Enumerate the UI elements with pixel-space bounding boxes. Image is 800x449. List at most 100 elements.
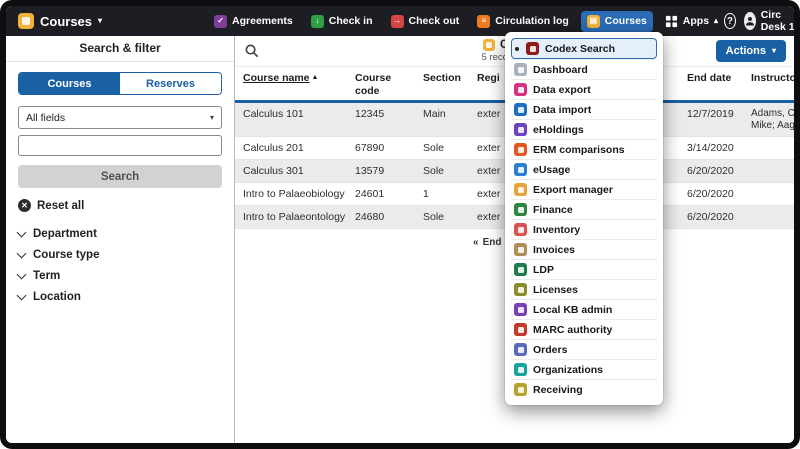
column-header-section[interactable]: Section [423, 72, 473, 85]
finance-icon [514, 203, 527, 216]
app-menu-item-receiving[interactable]: Receiving [511, 379, 657, 399]
content-area: Search & filter Courses Reserves All fie… [6, 36, 794, 443]
column-header-course-name[interactable]: Course name▲ [243, 72, 349, 85]
cell-course-code: 24680 [355, 211, 401, 224]
app-menu-label: eUsage [533, 164, 570, 176]
app-menu-item-local-kb-admin[interactable]: Local KB admin [511, 299, 657, 319]
selected-dot-icon [515, 47, 519, 51]
app-menu-item-inventory[interactable]: Inventory [511, 219, 657, 239]
cell-course-code: 24601 [355, 188, 401, 201]
nav-item-circulation-log[interactable]: ≡ Circulation log [471, 11, 575, 32]
app-menu-item-ldp[interactable]: LDP [511, 259, 657, 279]
sidebar-body: Courses Reserves All fields ▾ Search ✕ R… [6, 62, 234, 316]
cell-end-date: 6/20/2020 [687, 165, 747, 178]
chevron-down-icon: ▾ [98, 17, 102, 25]
nav-item-check-out[interactable]: → Check out [385, 11, 466, 32]
collapse-search-pane-button[interactable] [244, 43, 259, 58]
accordion-term[interactable]: Term [18, 267, 222, 285]
app-menu-label: Organizations [533, 364, 603, 376]
search-field-select[interactable]: All fields ▾ [18, 106, 222, 129]
reset-all-button[interactable]: ✕ Reset all [18, 199, 222, 212]
app-menu-label: Data export [533, 84, 591, 96]
chevron-down-icon [17, 228, 27, 238]
search-filter-pane: Search & filter Courses Reserves All fie… [6, 36, 235, 443]
user-name: Circ Desk 1 [761, 9, 794, 33]
column-header-course-code[interactable]: Course code [355, 72, 401, 97]
invoices-icon [514, 243, 527, 256]
app-menu-item-eholdings[interactable]: eHoldings [511, 119, 657, 139]
app-menu-item-dashboard[interactable]: Dashboard [511, 59, 657, 79]
clear-x-icon: ✕ [18, 199, 31, 212]
help-button[interactable]: ? [724, 13, 736, 29]
app-menu-item-data-export[interactable]: Data export [511, 79, 657, 99]
courses-icon [483, 39, 495, 51]
apps-menu-toggle[interactable]: Apps ▴ [659, 11, 724, 32]
app-menu-item-erm-comparisons[interactable]: ERM comparisons [511, 139, 657, 159]
cell-section: 1 [423, 188, 473, 201]
check-out-icon: → [391, 15, 404, 28]
app-menu-item-data-import[interactable]: Data import [511, 99, 657, 119]
search-button[interactable]: Search [18, 165, 222, 188]
eholdings-icon [514, 123, 527, 136]
accordion-label: Term [33, 270, 60, 282]
current-app-switcher[interactable]: Courses ▾ [18, 13, 102, 29]
current-app-name: Courses [40, 14, 92, 29]
accordion-label: Department [33, 228, 97, 240]
cell-course-name: Calculus 101 [243, 108, 349, 121]
app-menu-item-invoices[interactable]: Invoices [511, 239, 657, 259]
app-menu-label: Inventory [533, 224, 580, 236]
check-in-icon: ↓ [311, 15, 324, 28]
tab-courses[interactable]: Courses [19, 73, 120, 94]
column-header-instructor[interactable]: Instructor [751, 72, 794, 85]
app-menu-item-eusage[interactable]: eUsage [511, 159, 657, 179]
accordion-location[interactable]: Location [18, 288, 222, 306]
nav-item-check-in[interactable]: ↓ Check in [305, 11, 379, 32]
app-menu-item-licenses[interactable]: Licenses [511, 279, 657, 299]
accordion-label: Location [33, 291, 81, 303]
cell-course-code: 13579 [355, 165, 401, 178]
data-export-icon [514, 83, 527, 96]
sort-ascending-icon: ▲ [312, 74, 319, 81]
app-menu-item-organizations[interactable]: Organizations [511, 359, 657, 379]
cell-section: Sole [423, 142, 473, 155]
receiving-icon [514, 383, 527, 396]
cell-end-date: 6/20/2020 [687, 211, 747, 224]
nav-item-agreements[interactable]: ✓ Agreements [208, 11, 299, 32]
cell-course-name: Calculus 301 [243, 165, 349, 178]
app-menu-label: Finance [533, 204, 573, 216]
cell-end-date: 3/14/2020 [687, 142, 747, 155]
user-menu[interactable]: Circ Desk 1 ▾ [744, 9, 794, 33]
search-term-input[interactable] [18, 135, 222, 156]
column-header-end-date[interactable]: End date [687, 72, 747, 85]
dashboard-icon [514, 63, 527, 76]
app-menu-item-codex-search[interactable]: Codex Search [511, 38, 657, 59]
marc-authority-icon [514, 323, 527, 336]
app-menu-label: eHoldings [533, 124, 584, 136]
cell-section: Sole [423, 165, 473, 178]
app-menu-item-finance[interactable]: Finance [511, 199, 657, 219]
accordion-course-type[interactable]: Course type [18, 246, 222, 264]
accordion-department[interactable]: Department [18, 225, 222, 243]
nav-label: Courses [605, 15, 647, 27]
nav-label: Check out [409, 15, 460, 27]
eusage-icon [514, 163, 527, 176]
app-menu-item-export-manager[interactable]: Export manager [511, 179, 657, 199]
apps-grid-icon [665, 15, 678, 28]
cell-course-name: Intro to Palaeontology [243, 211, 349, 224]
app-menu-label: Data import [533, 104, 591, 116]
app-menu-item-marc-authority[interactable]: MARC authority [511, 319, 657, 339]
inventory-icon [514, 223, 527, 236]
app-menu-item-orders[interactable]: Orders [511, 339, 657, 359]
chevron-down-icon [17, 291, 27, 301]
accordion-label: Course type [33, 249, 99, 261]
actions-button[interactable]: Actions ▾ [716, 40, 786, 62]
export-manager-icon [514, 183, 527, 196]
app-menu-label: Invoices [533, 244, 575, 256]
nav-item-courses[interactable]: ▤ Courses [581, 11, 653, 32]
reset-all-label: Reset all [37, 200, 84, 212]
erm-comparisons-icon [514, 143, 527, 156]
tab-reserves[interactable]: Reserves [120, 73, 221, 94]
app-menu-label: Codex Search [545, 43, 615, 55]
cell-end-date: 6/20/2020 [687, 188, 747, 201]
app-menu-label: MARC authority [533, 324, 612, 336]
